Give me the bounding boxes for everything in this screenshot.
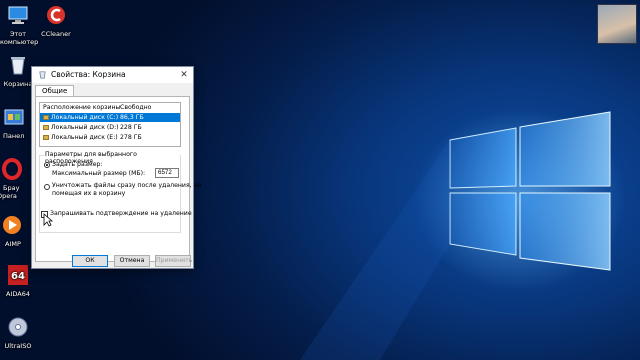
- desktop-icon-this-pc[interactable]: Этот компьютер: [0, 4, 39, 46]
- dialog-titlebar[interactable]: Свойства: Корзина ✕: [32, 67, 193, 83]
- list-header: Расположение корзины Свободно: [40, 103, 180, 113]
- drive-name: Локальный диск (D:): [51, 124, 119, 131]
- desktop-icon-label: AIMP: [5, 240, 21, 248]
- max-size-label: Максимальный размер (МБ):: [52, 170, 146, 177]
- ultraiso-icon: [8, 317, 28, 337]
- confirm-delete-label[interactable]: Запрашивать подтверждение на удаление: [50, 210, 192, 218]
- desktop-icon-opera[interactable]: Брау Opera: [0, 158, 33, 200]
- desktop-icon-control-panel[interactable]: Панел: [0, 106, 33, 140]
- control-panel-icon: [4, 109, 24, 125]
- opera-icon: [2, 158, 22, 180]
- drive-name: Локальный диск (E:): [51, 134, 118, 141]
- recycle-bin-icon: [39, 71, 46, 79]
- dialog-title: Свойства: Корзина: [51, 70, 126, 79]
- desktop-icon-label: CCleaner: [41, 30, 71, 38]
- column-header-free[interactable]: Свободно: [120, 103, 151, 113]
- close-button[interactable]: ✕: [177, 68, 191, 82]
- desktop-icon-label: Этот компьютер: [0, 30, 39, 46]
- desktop-icon-aimp[interactable]: AIMP: [0, 214, 33, 248]
- drive-name: Локальный диск (C:): [51, 114, 119, 121]
- delete-immediately-label-line1[interactable]: Уничтожать файлы сразу после удаления, н…: [52, 182, 201, 190]
- drive-icon: [43, 115, 49, 120]
- delete-immediately-label-line2[interactable]: помещая их в корзину: [52, 190, 125, 198]
- drive-free: 86,3 ГБ: [120, 114, 144, 121]
- delete-immediately-radio[interactable]: [44, 184, 50, 190]
- drive-free: 278 ГБ: [120, 134, 142, 141]
- recycle-bin-icon: [11, 57, 25, 75]
- custom-size-radio[interactable]: [44, 162, 50, 168]
- desktop-icon-aida64[interactable]: 64 AIDA64: [0, 264, 36, 298]
- max-size-input[interactable]: [155, 168, 179, 178]
- custom-size-label[interactable]: Задать размер:: [52, 161, 103, 169]
- recycle-bin-location-list[interactable]: Расположение корзины Свободно Локальный …: [39, 102, 181, 147]
- desktop-icon-label: Панел: [3, 132, 25, 140]
- settings-groupbox: Параметры для выбранного расположения За…: [39, 151, 201, 233]
- column-header-location[interactable]: Расположение корзины: [43, 103, 120, 113]
- ok-button[interactable]: ОК: [72, 255, 108, 267]
- desktop-icon-ultraiso[interactable]: UltraISO: [0, 316, 36, 350]
- webcam-avatar: [597, 4, 637, 44]
- aida64-icon: 64: [8, 265, 28, 285]
- drive-icon: [43, 135, 49, 140]
- list-item[interactable]: Локальный диск (E:) 278 ГБ: [40, 133, 180, 142]
- recycle-bin-properties-dialog: Свойства: Корзина ✕ Общие Расположение к…: [31, 66, 201, 269]
- apply-button[interactable]: Применить: [155, 255, 192, 267]
- list-item[interactable]: Локальный диск (C:) 86,3 ГБ: [40, 113, 180, 122]
- list-item[interactable]: Локальный диск (D:) 228 ГБ: [40, 123, 180, 132]
- desktop-icon-label: Корзина: [3, 80, 33, 88]
- aimp-icon: [3, 216, 21, 234]
- computer-icon: [8, 6, 28, 24]
- drive-free: 228 ГБ: [120, 124, 142, 131]
- cancel-button[interactable]: Отмена: [114, 255, 150, 267]
- drive-icon: [43, 125, 49, 130]
- ccleaner-icon: [47, 6, 65, 24]
- desktop-icon-ccleaner[interactable]: CCleaner: [38, 4, 74, 38]
- tab-panel-general: Расположение корзины Свободно Локальный …: [35, 96, 201, 262]
- desktop-icon-label: Брау Opera: [0, 184, 20, 200]
- desktop-icon-label: UltraISO: [4, 342, 32, 350]
- svg-text:64: 64: [11, 271, 25, 282]
- mouse-cursor-icon: [43, 213, 53, 227]
- desktop-icon-label: AIDA64: [6, 290, 30, 298]
